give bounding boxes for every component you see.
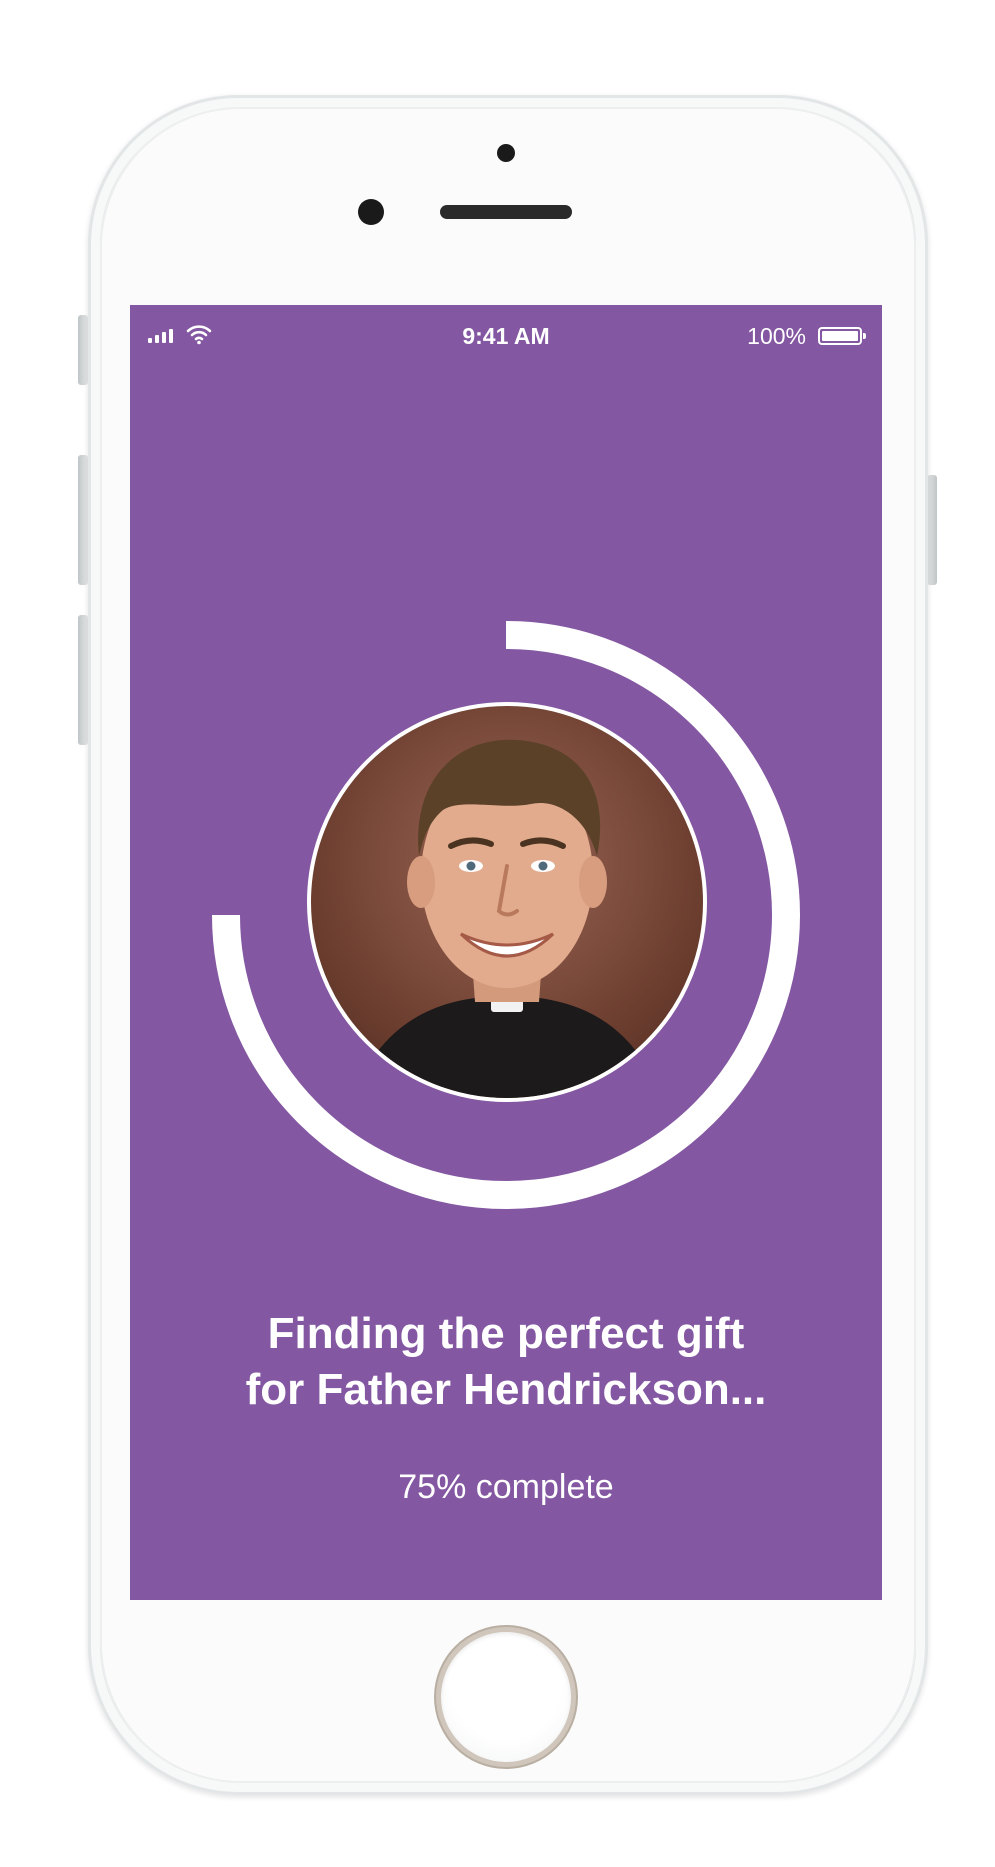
loading-headline: Finding the perfect gift for Father Hend… bbox=[245, 1309, 767, 1414]
battery-percentage: 100% bbox=[747, 323, 806, 349]
status-bar: 9:41 AM 100% bbox=[130, 323, 882, 353]
front-camera-icon bbox=[497, 144, 515, 162]
home-button[interactable] bbox=[441, 1632, 571, 1762]
volume-up-button bbox=[78, 455, 88, 585]
avatar bbox=[307, 702, 707, 1102]
person-portrait-icon bbox=[351, 739, 663, 1098]
volume-down-button bbox=[78, 615, 88, 745]
proximity-sensor-icon bbox=[358, 199, 384, 225]
app-screen: 9:41 AM 100% Finding the perfect gift fo… bbox=[130, 305, 882, 1600]
phone-mockup: 9:41 AM 100% Finding the perfect gift fo… bbox=[0, 0, 995, 1867]
mute-switch bbox=[78, 315, 88, 385]
progress-percentage-label: 75% complete bbox=[398, 1468, 614, 1506]
power-button bbox=[927, 475, 937, 585]
battery-icon bbox=[818, 327, 866, 345]
earpiece-speaker bbox=[440, 205, 572, 219]
